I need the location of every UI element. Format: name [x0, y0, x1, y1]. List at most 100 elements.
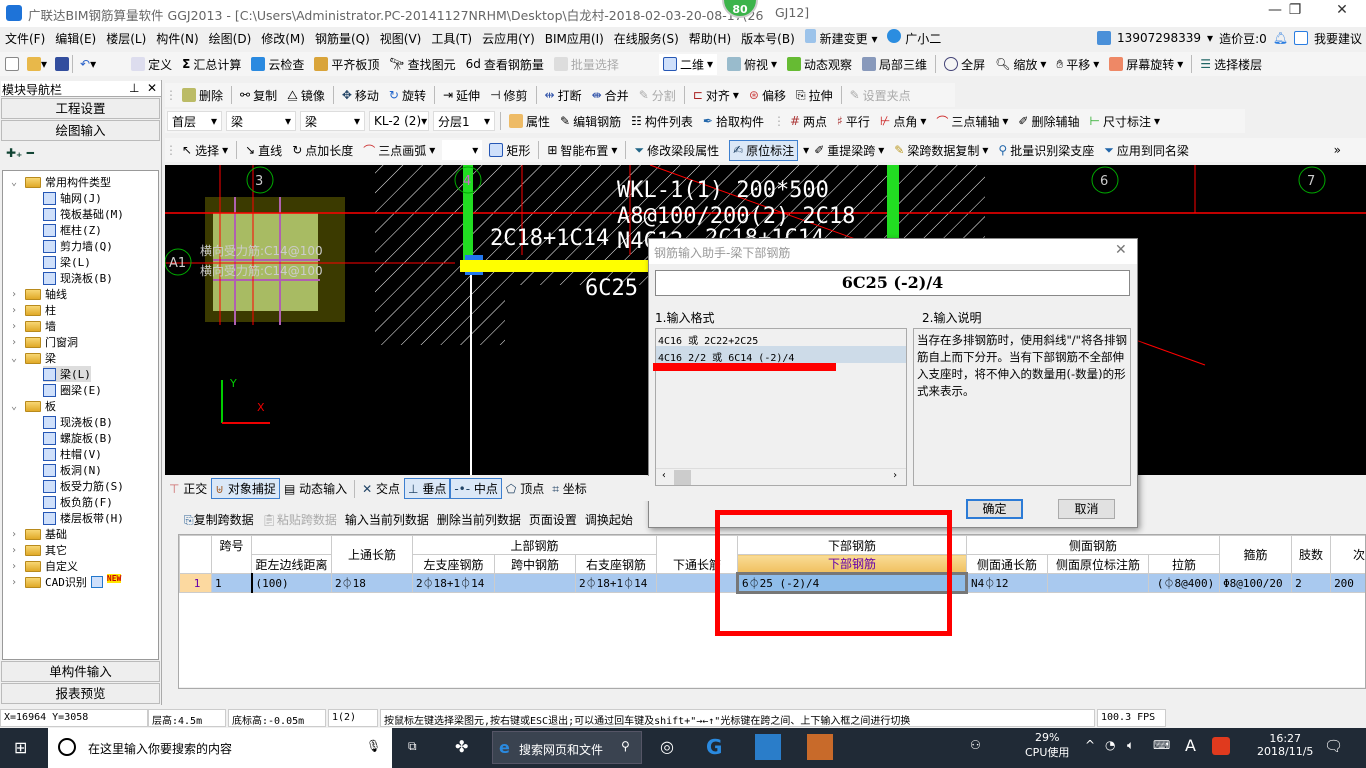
tree-folder[interactable]: › 自定义	[11, 558, 78, 574]
chevron-right-icon[interactable]: ›	[11, 529, 21, 540]
intersection-button[interactable]: ✕ 交点	[362, 480, 400, 497]
volume-icon[interactable]: 🔈︎	[1127, 738, 1134, 753]
trim-button[interactable]: ⊣ 修剪	[490, 87, 527, 104]
clock[interactable]: 16:27 2018/11/5	[1257, 732, 1313, 758]
menu-edit[interactable]: 编辑(E)	[55, 30, 96, 47]
cancel-button[interactable]: 取消	[1058, 499, 1115, 519]
type-dropdown[interactable]: 梁 ▾	[226, 111, 296, 131]
subtype-dropdown[interactable]: 梁 ▾	[300, 111, 365, 131]
three-point-axis-dropdown[interactable]: ⌒ 三点辅轴 ▾	[936, 113, 1008, 130]
format-list-scrollbar[interactable]: ‹ ›	[656, 468, 906, 485]
span-data-copy-dropdown[interactable]: ✎ 梁跨数据复制 ▾	[894, 142, 988, 159]
parallel-axis-button[interactable]: ♯ 平行	[837, 113, 870, 130]
report-preview-button[interactable]: 报表预览	[1, 683, 160, 704]
stretch-button[interactable]: ⎘ 拉伸	[796, 87, 833, 104]
format-item[interactable]: 4C16 或 2C22+2C25	[656, 329, 906, 347]
chevron-down-icon[interactable]: ⌄	[11, 401, 21, 412]
tree-folder[interactable]: ⌄ 板	[11, 398, 56, 414]
point-angle-dropdown[interactable]: ⊬ 点角 ▾	[880, 113, 927, 130]
split-button[interactable]: ✎ 分割	[639, 87, 676, 104]
batch-select-button[interactable]: 批量选择	[553, 56, 619, 73]
view-2d-dropdown[interactable]: 二维 ▾	[658, 53, 717, 75]
cell-stirrup[interactable]: Φ8@100/20	[1219, 573, 1293, 593]
chevron-right-icon[interactable]: ›	[11, 561, 21, 572]
component-name-dropdown[interactable]: KL-2 (2) ▾	[369, 111, 429, 131]
rebar-value-input[interactable]: 6C25 (-2)/4	[655, 270, 1130, 296]
cell-left-support[interactable]: 2⏀18+1⏀14	[412, 573, 495, 593]
cell-distance[interactable]: (100)	[250, 573, 332, 593]
wifi-icon[interactable]: ◔	[1105, 738, 1115, 752]
cell-span[interactable]: 1	[211, 573, 252, 593]
tree-folder[interactable]: › CAD识别 NEW	[11, 573, 122, 590]
undo-icon[interactable]: ↶	[80, 57, 90, 71]
smart-layout-dropdown[interactable]: ⊞ 智能布置 ▾	[547, 142, 617, 159]
batch-identify-support-button[interactable]: ⚲ 批量识别梁支座	[998, 142, 1094, 159]
glodon-app-icon[interactable]: G	[706, 735, 722, 759]
app-blue-icon[interactable]	[755, 734, 781, 760]
tree-item[interactable]: 现浇板(B)	[43, 414, 113, 430]
object-snap-button[interactable]: ⊎ 对象捕捉	[211, 478, 280, 499]
chevron-right-icon[interactable]: ›	[11, 337, 21, 348]
format-item-selected[interactable]: 4C16 2/2 或 6C14 (-2)/4	[656, 346, 906, 364]
app-spiral-icon[interactable]: ◎	[660, 737, 674, 756]
tree-item[interactable]: 梁(L)	[43, 366, 91, 382]
point-length-button[interactable]: ↻ 点加长度	[292, 142, 353, 159]
menu-cloud[interactable]: 云应用(Y)	[482, 30, 535, 47]
tree-folder[interactable]: › 轴线	[11, 286, 67, 302]
tree-item[interactable]: 板负筋(F)	[43, 494, 113, 510]
tree-item[interactable]: 柱帽(V)	[43, 446, 102, 462]
cell-tie-bar[interactable]: (⏀8@400)	[1148, 573, 1221, 593]
menu-modify[interactable]: 修改(M)	[261, 30, 305, 47]
menu-file[interactable]: 文件(F)	[5, 30, 45, 47]
local-3d-button[interactable]: 局部三维	[862, 56, 927, 73]
pin-icon[interactable]: ⊥	[129, 81, 139, 95]
menu-component[interactable]: 构件(N)	[156, 30, 198, 47]
define-button[interactable]: 定义	[131, 56, 172, 73]
menu-rebar[interactable]: 钢筋量(Q)	[315, 30, 370, 47]
chevron-right-icon[interactable]: ›	[11, 321, 21, 332]
windows-start-icon[interactable]: ⊞	[14, 738, 27, 757]
component-list-button[interactable]: ☷ 构件列表	[631, 113, 693, 130]
menu-version[interactable]: 版本号(B)	[741, 30, 795, 47]
view-rebar-button[interactable]: 6d 查看钢筋量	[466, 56, 544, 73]
copy-button[interactable]: ⚯ 复制	[240, 87, 277, 104]
sogou-icon[interactable]	[1212, 737, 1230, 755]
layer-dropdown[interactable]: 分层1 ▾	[433, 111, 495, 131]
page-setup-button[interactable]: 页面设置	[529, 511, 577, 528]
notification-icon[interactable]: 🗨︎	[1324, 737, 1343, 755]
tree-item[interactable]: 框柱(Z)	[43, 222, 102, 238]
menu-new-change[interactable]: 新建变更 ▾	[804, 29, 877, 47]
suggest-button[interactable]: 我要建议	[1314, 30, 1362, 47]
ime-indicator[interactable]: A	[1185, 736, 1196, 755]
offset-button[interactable]: ⊛ 偏移	[749, 87, 786, 104]
break-button[interactable]: ⇹ 打断	[545, 87, 582, 104]
screen-rotate-dropdown[interactable]: 屏幕旋转 ▾	[1109, 56, 1183, 73]
chevron-down-icon[interactable]: ⌄	[11, 177, 21, 188]
in-place-annotation-button[interactable]: ✍ 原位标注	[729, 139, 799, 161]
account-phone[interactable]: 13907298339	[1117, 31, 1201, 45]
rotate-button[interactable]: ↻ 旋转	[389, 87, 426, 104]
menu-online[interactable]: 在线服务(S)	[614, 30, 679, 47]
merge-button[interactable]: ⇼ 合并	[592, 87, 629, 104]
re-extract-span-dropdown[interactable]: ✐ 重提梁跨 ▾	[814, 142, 884, 159]
people-icon[interactable]: ⚇	[970, 738, 981, 752]
tree-item[interactable]: 螺旋板(B)	[43, 430, 113, 446]
arc-option-dropdown[interactable]: ▾	[442, 140, 483, 160]
dynamic-input-button[interactable]: ▤ 动态输入	[284, 480, 347, 497]
properties-button[interactable]: 属性	[509, 113, 550, 130]
table-horizontal-scrollbar[interactable]	[179, 687, 1365, 688]
bell-icon[interactable]: 🔔︎	[1273, 31, 1288, 45]
tray-chevron-icon[interactable]: ^	[1085, 738, 1095, 752]
menu-floor[interactable]: 楼层(L)	[106, 30, 146, 47]
extend-button[interactable]: ⇥ 延伸	[443, 87, 480, 104]
tree-item[interactable]: 轴网(J)	[43, 190, 102, 206]
tree-folder[interactable]: › 墙	[11, 318, 56, 334]
microphone-icon[interactable]: 🎙︎	[366, 739, 381, 753]
maximize-button[interactable]: ❐	[1275, 2, 1315, 24]
ortho-button[interactable]: ⊤ 正交	[169, 480, 207, 497]
mirror-button[interactable]: ⧋ 镜像	[287, 87, 325, 104]
nav-close-icon[interactable]: ✕	[147, 81, 157, 95]
chevron-right-icon[interactable]: ›	[11, 305, 21, 316]
open-file-icon[interactable]	[27, 57, 41, 71]
delete-axis-button[interactable]: ✐ 删除辅轴	[1018, 113, 1079, 130]
